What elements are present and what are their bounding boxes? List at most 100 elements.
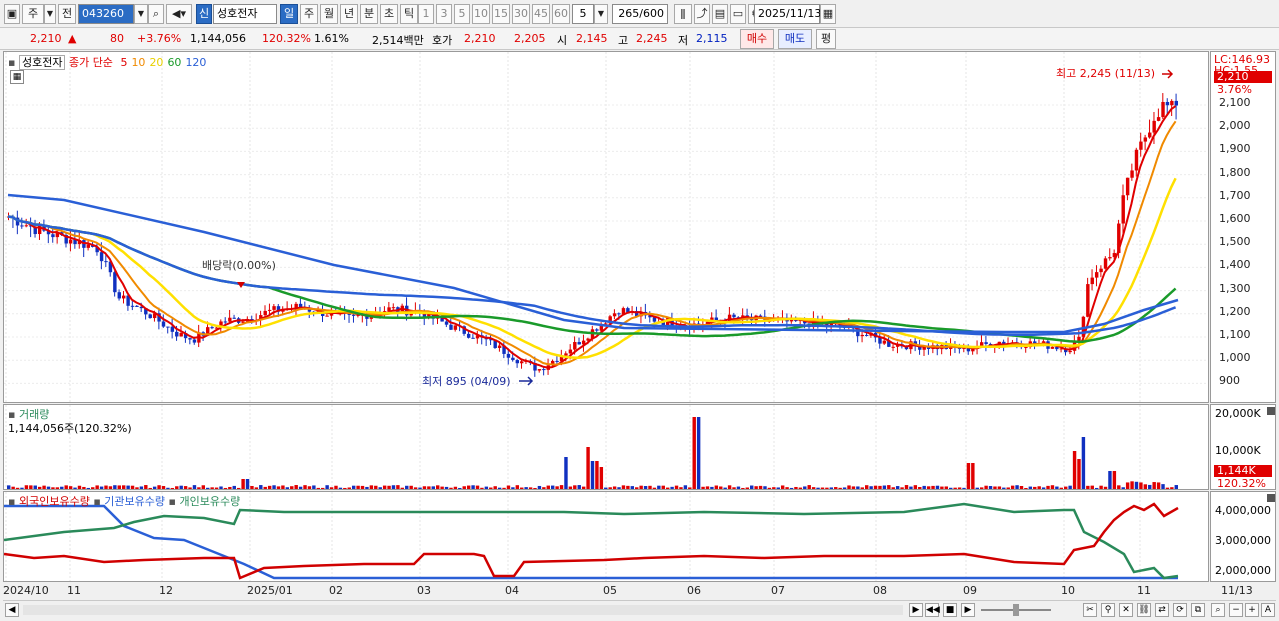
calendar-icon[interactable]: ▦	[820, 4, 836, 24]
volume-bar	[1072, 451, 1077, 489]
magnet-icon[interactable]: ⚲	[1101, 603, 1115, 617]
scroll-track[interactable]	[23, 605, 903, 615]
stop-icon[interactable]: ■	[943, 603, 957, 617]
draw-tool-icon[interactable]: ⤴	[694, 4, 710, 24]
rewind-icon[interactable]: ◀◀	[925, 603, 940, 617]
interval-input[interactable]: 5	[572, 4, 594, 24]
candle-body	[1143, 137, 1148, 142]
candle-type-icon[interactable]: ǁ	[674, 4, 692, 24]
candle-body	[1068, 350, 1072, 353]
turnover-rate: 1.61%	[314, 32, 349, 45]
eval-button[interactable]: 평	[816, 29, 836, 49]
chevron-down-icon[interactable]: ▼	[44, 4, 56, 24]
font-size-icon[interactable]: A	[1261, 603, 1275, 617]
search-icon[interactable]: ⌕	[148, 4, 164, 24]
panel-close-icon[interactable]	[1267, 494, 1275, 502]
compare-button[interactable]: 전	[58, 4, 76, 24]
volume-bar	[449, 487, 453, 489]
compare-chart-icon[interactable]: ⇄	[1155, 603, 1169, 617]
bar-count-field[interactable]: 265/600	[612, 4, 668, 24]
zoom-in-icon[interactable]: +	[1245, 603, 1259, 617]
volume-bar	[736, 486, 741, 489]
volume-bar	[979, 487, 984, 489]
period-6[interactable]: 틱	[400, 4, 418, 24]
interval-30[interactable]: 30	[512, 4, 530, 24]
panel-close-icon[interactable]	[1267, 407, 1275, 415]
period-2[interactable]: 월	[320, 4, 338, 24]
candle-body	[1050, 346, 1055, 349]
interval-15[interactable]: 15	[492, 4, 510, 24]
window-icon[interactable]: ▣	[4, 4, 20, 24]
volume-current-tag: 1,144K	[1214, 465, 1272, 477]
volume-bar	[60, 486, 64, 489]
high-price: 2,245	[636, 32, 668, 45]
date-field[interactable]: 2025/11/13	[754, 4, 821, 24]
x-label-2: 12	[159, 584, 173, 597]
volume-bar	[290, 486, 294, 489]
volume-bar	[378, 487, 382, 489]
ma-120-line	[7, 193, 1179, 334]
buy-button[interactable]: 매수	[740, 29, 774, 49]
volume-bar	[188, 487, 192, 489]
volume-bar	[586, 447, 590, 489]
volume-bar	[1148, 484, 1152, 489]
cross-icon[interactable]: ✕	[1119, 603, 1133, 617]
zoom-slider-handle[interactable]	[1013, 604, 1019, 616]
interval-dropdown-icon[interactable]: ▼	[594, 4, 608, 24]
price-tick-7: 1,400	[1219, 258, 1251, 272]
interval-10[interactable]: 10	[472, 4, 490, 24]
volume-bar	[197, 487, 201, 489]
refresh-icon[interactable]: ⟳	[1173, 603, 1187, 617]
market-type-select[interactable]: 주	[22, 4, 44, 24]
volume-bar	[741, 487, 745, 489]
interval-3[interactable]: 3	[436, 4, 452, 24]
scroll-right-icon[interactable]: ▶	[909, 603, 923, 617]
zoom-tool-icon[interactable]: ✂	[1083, 603, 1097, 617]
table-toggle-icon[interactable]: ▦	[10, 70, 24, 84]
interval-5[interactable]: 5	[454, 4, 470, 24]
price-tick-11: 1,000	[1219, 351, 1251, 365]
volume-bar	[555, 486, 559, 489]
volume-bar	[816, 487, 820, 489]
play-icon[interactable]: ▶	[961, 603, 975, 617]
volume-bar	[1161, 484, 1165, 489]
link-icon[interactable]: ⛓	[1137, 603, 1151, 617]
search-icon[interactable]: ⌕	[1211, 603, 1225, 617]
price-tick-2: 1,900	[1219, 142, 1251, 156]
code-dropdown-icon[interactable]: ▼	[134, 4, 148, 24]
volume-bar	[24, 485, 29, 489]
sell-button[interactable]: 매도	[778, 29, 812, 49]
candle-body	[714, 317, 719, 321]
period-5[interactable]: 초	[380, 4, 398, 24]
volume-bar	[374, 485, 378, 489]
interval-1[interactable]: 1	[418, 4, 434, 24]
volume-bar	[891, 487, 895, 489]
volume-bar	[1055, 486, 1059, 489]
toolbar: ▣ 주 ▼ 전 043260 ▼ ⌕ ◀▾ 신 성호전자 일주월년분초틱 135…	[0, 0, 1279, 28]
save-icon[interactable]: ▭	[730, 4, 746, 24]
volume-bar	[705, 486, 710, 489]
period-0[interactable]: 일	[280, 4, 298, 24]
period-1[interactable]: 주	[300, 4, 318, 24]
volume-bar	[20, 487, 24, 489]
stock-code-input[interactable]: 043260	[78, 4, 134, 24]
zoom-out-icon[interactable]: −	[1229, 603, 1243, 617]
scroll-left-icon[interactable]: ◀	[5, 603, 19, 617]
price-chart-panel[interactable]: ▪ 성호전자 종가 단순 5 10 20 60 120 ▦ 최고 2,245 (11/1…	[3, 51, 1209, 403]
volume-bar	[665, 487, 670, 489]
period-4[interactable]: 분	[360, 4, 378, 24]
volume-chart-svg[interactable]	[4, 405, 1208, 489]
period-3[interactable]: 년	[340, 4, 358, 24]
volume-bar	[873, 485, 878, 489]
compare-icon[interactable]: ▤	[712, 4, 728, 24]
volume-bar	[763, 486, 767, 489]
copy-icon[interactable]: ⧉	[1191, 603, 1205, 617]
price-chart-svg[interactable]	[4, 52, 1208, 402]
holding-panel[interactable]: ▪ 외국인보유수량 ▪ 기관보유수량 ▪ 개인보유수량	[3, 491, 1209, 582]
speaker-icon[interactable]: ◀▾	[166, 4, 192, 24]
stock-name-field[interactable]: 성호전자	[213, 4, 277, 24]
volume-value: 1,144,056	[190, 32, 246, 45]
volume-panel[interactable]: ▪ 거래량 1,144,056주(120.32%)	[3, 404, 1209, 490]
interval-60[interactable]: 60	[552, 4, 570, 24]
interval-45[interactable]: 45	[532, 4, 550, 24]
